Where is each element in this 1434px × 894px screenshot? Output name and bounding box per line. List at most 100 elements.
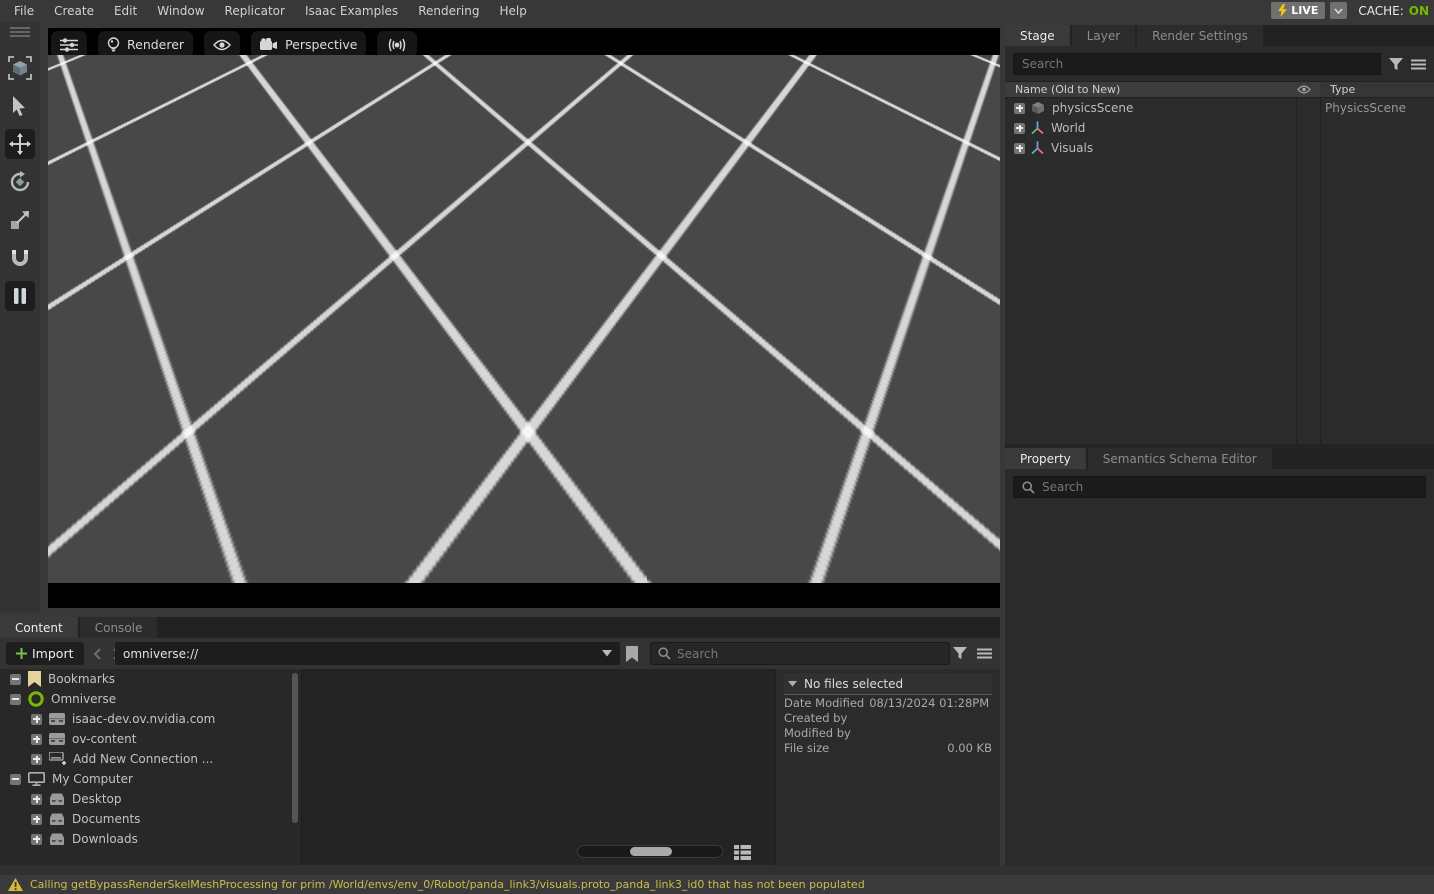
slider-thumb[interactable] xyxy=(630,847,672,856)
stage-tree: physicsScene PhysicsScene World Visuals xyxy=(1005,98,1434,444)
content-search[interactable] xyxy=(650,642,950,665)
file-list-area[interactable] xyxy=(302,669,776,865)
tree-item-my-computer[interactable]: My Computer xyxy=(0,769,301,789)
expand-icon[interactable] xyxy=(10,694,21,705)
rotate-tool[interactable] xyxy=(0,163,40,201)
content-tab-console[interactable]: Console xyxy=(80,617,158,638)
viewport-scene[interactable] xyxy=(48,55,1000,583)
tree-item-ov-content[interactable]: ov-content xyxy=(0,729,301,749)
import-button[interactable]: Import xyxy=(6,642,84,665)
expand-icon[interactable] xyxy=(31,754,42,765)
options-menu-icon[interactable] xyxy=(1411,59,1426,70)
tree-item-label[interactable]: Documents xyxy=(72,812,140,826)
tree-item-documents[interactable]: Documents xyxy=(0,809,301,829)
options-menu-icon[interactable] xyxy=(977,648,992,659)
column-name[interactable]: Name (Old to New) xyxy=(1005,82,1288,97)
path-dropdown-icon[interactable] xyxy=(602,650,612,657)
tree-item-label[interactable]: Bookmarks xyxy=(48,672,115,686)
viewport[interactable]: Renderer Perspective xyxy=(48,28,1000,608)
tree-item-bookmarks[interactable]: Bookmarks xyxy=(0,669,301,689)
scale-tool[interactable] xyxy=(0,201,40,239)
thumbnail-zoom-slider[interactable] xyxy=(577,845,723,858)
path-field[interactable]: omniverse:// xyxy=(115,642,620,665)
tree-item-label[interactable]: isaac-dev.ov.nvidia.com xyxy=(72,712,215,726)
expand-icon[interactable] xyxy=(1014,123,1025,134)
back-button[interactable] xyxy=(90,648,104,660)
content-tabbar: ContentConsole xyxy=(0,617,1000,638)
scrollbar[interactable] xyxy=(292,673,298,823)
live-dropdown-button[interactable] xyxy=(1330,2,1347,19)
tree-item-label[interactable]: Add New Connection ... xyxy=(73,752,213,766)
prim-name[interactable]: Visuals xyxy=(1051,141,1093,155)
pause-tool[interactable] xyxy=(0,277,40,315)
menu-create[interactable]: Create xyxy=(44,2,104,20)
select-tool[interactable] xyxy=(0,87,40,125)
snap-tool[interactable] xyxy=(0,239,40,277)
frame-select-icon xyxy=(8,56,32,80)
menu-window[interactable]: Window xyxy=(147,2,214,20)
expand-icon[interactable] xyxy=(31,714,42,725)
bookmark-icon[interactable] xyxy=(626,646,638,662)
details-header[interactable]: No files selected xyxy=(784,673,992,695)
tree-item-label[interactable]: My Computer xyxy=(52,772,133,786)
filter-icon[interactable] xyxy=(1389,58,1403,71)
tree-item-downloads[interactable]: Downloads xyxy=(0,829,301,849)
tree-item-label[interactable]: Omniverse xyxy=(51,692,116,706)
column-type[interactable]: Type xyxy=(1320,83,1434,96)
menu-edit[interactable]: Edit xyxy=(104,2,147,20)
menu-file[interactable]: File xyxy=(4,2,44,20)
tree-item-omniverse[interactable]: Omniverse xyxy=(0,689,301,709)
stage-tab-stage[interactable]: Stage xyxy=(1005,25,1070,46)
grid-view-icon[interactable] xyxy=(734,845,751,860)
stage-row-World[interactable]: World xyxy=(1005,118,1434,138)
content-search-input[interactable] xyxy=(677,647,907,661)
tree-item-label[interactable]: Desktop xyxy=(72,792,122,806)
renderer-button[interactable]: Renderer xyxy=(98,31,193,58)
property-search-input[interactable] xyxy=(1013,476,1426,498)
filter-icon[interactable] xyxy=(953,647,967,660)
menu-rendering[interactable]: Rendering xyxy=(408,2,489,20)
plus-icon xyxy=(16,648,27,659)
content-tab-content[interactable]: Content xyxy=(0,617,78,638)
prim-name[interactable]: physicsScene xyxy=(1052,101,1133,115)
expand-icon[interactable] xyxy=(1014,103,1025,114)
camera-button[interactable]: Perspective xyxy=(251,31,366,58)
import-label: Import xyxy=(32,646,74,661)
tree-item-isaac-dev-ov-nvidia-com[interactable]: isaac-dev.ov.nvidia.com xyxy=(0,709,301,729)
expand-icon[interactable] xyxy=(31,734,42,745)
menu-bar: FileCreateEditWindowReplicatorIsaac Exam… xyxy=(0,0,1434,21)
tree-item-label[interactable]: Downloads xyxy=(72,832,138,846)
cache-status: ON xyxy=(1409,4,1429,18)
stage-row-Visuals[interactable]: Visuals xyxy=(1005,138,1434,158)
expand-icon[interactable] xyxy=(31,814,42,825)
tree-item-add-new-connection-[interactable]: Add New Connection ... xyxy=(0,749,301,769)
content-panel: ContentConsole Import omniverse:// Bookm… xyxy=(0,617,1000,865)
property-tab-property[interactable]: Property xyxy=(1005,448,1086,469)
menu-isaac-examples[interactable]: Isaac Examples xyxy=(295,2,408,20)
stage-tab-layer[interactable]: Layer xyxy=(1072,25,1135,46)
expand-icon[interactable] xyxy=(10,674,21,685)
expand-icon[interactable] xyxy=(31,834,42,845)
stage-tab-render-settings[interactable]: Render Settings xyxy=(1137,25,1263,46)
frame-select-tool[interactable] xyxy=(0,49,40,87)
prim-name[interactable]: World xyxy=(1051,121,1085,135)
visibility-button[interactable] xyxy=(204,31,240,58)
expand-icon[interactable] xyxy=(31,794,42,805)
stage-search-input[interactable] xyxy=(1013,53,1381,75)
expand-icon[interactable] xyxy=(10,774,21,785)
broadcast-button[interactable] xyxy=(377,31,417,58)
move-tool[interactable] xyxy=(0,125,40,163)
menu-replicator[interactable]: Replicator xyxy=(215,2,295,20)
tree-item-label[interactable]: ov-content xyxy=(72,732,136,746)
eye-column-icon[interactable] xyxy=(1288,82,1320,97)
live-button[interactable]: LIVE xyxy=(1271,2,1325,19)
viewport-settings-button[interactable] xyxy=(51,31,87,58)
stage-column-headers[interactable]: Name (Old to New) Type xyxy=(1005,81,1434,98)
status-bar: Calling getBypassRenderSkelMeshProcessin… xyxy=(0,875,1434,894)
stage-row-physicsScene[interactable]: physicsScene PhysicsScene xyxy=(1005,98,1434,118)
drag-handle-tool[interactable] xyxy=(0,21,40,43)
property-tab-semantics-schema-editor[interactable]: Semantics Schema Editor xyxy=(1088,448,1272,469)
expand-icon[interactable] xyxy=(1014,143,1025,154)
menu-help[interactable]: Help xyxy=(489,2,536,20)
tree-item-desktop[interactable]: Desktop xyxy=(0,789,301,809)
